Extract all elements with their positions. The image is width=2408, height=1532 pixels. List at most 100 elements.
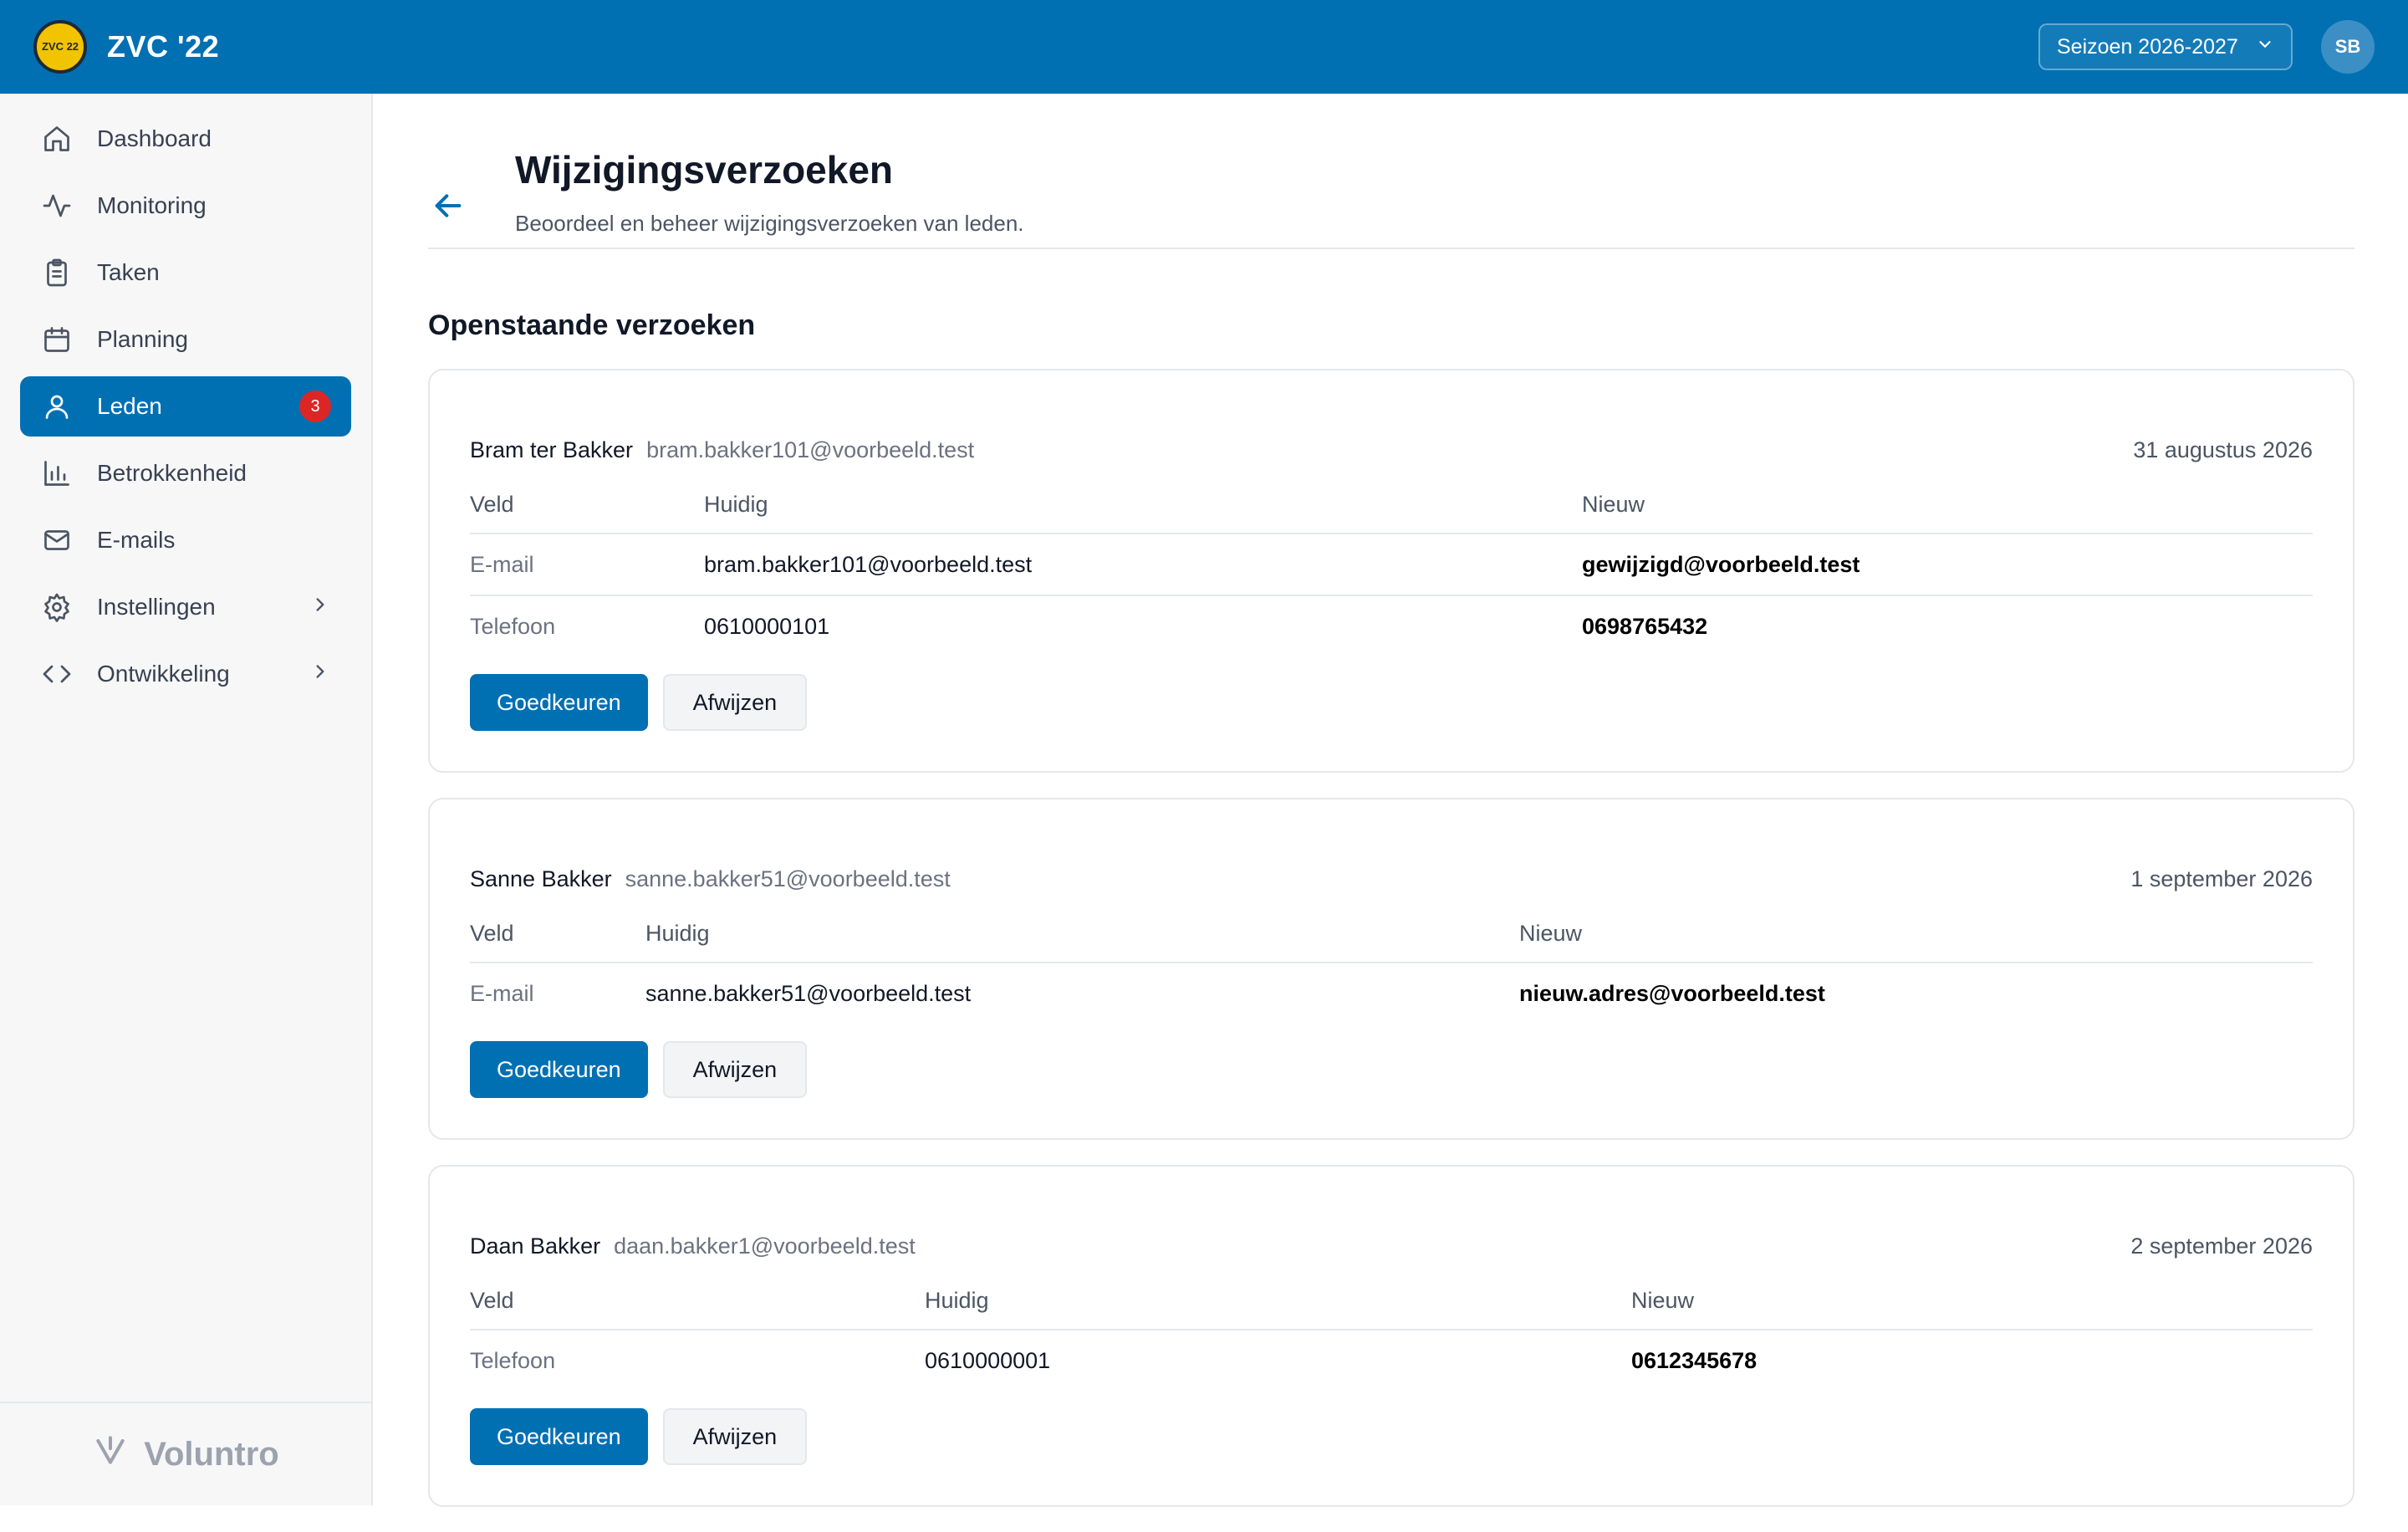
- column-header-field: Veld: [470, 1284, 925, 1330]
- sidebar-item-monitoring[interactable]: Monitoring: [20, 176, 351, 236]
- member-name: Bram ter Bakker: [470, 437, 634, 462]
- sidebar-footer: Voluntro: [0, 1402, 371, 1505]
- arrow-left-icon: [435, 194, 462, 217]
- sidebar-item-instellingen[interactable]: Instellingen: [20, 577, 351, 637]
- sidebar-item-ontwikkeling[interactable]: Ontwikkeling: [20, 644, 351, 704]
- request-actions: Goedkeuren Afwijzen: [470, 674, 2313, 731]
- sidebar-item-label: Taken: [97, 259, 160, 285]
- request-header: Bram ter Bakker bram.bakker101@voorbeeld.…: [470, 437, 2313, 463]
- top-bar: ZVC 22 ZVC '22 Seizoen 2026-2027 SB: [0, 0, 2408, 94]
- request-date: 1 september 2026: [2130, 866, 2313, 891]
- logo-text: ZVC 22: [41, 40, 79, 53]
- request-card: Daan Bakker daan.bakker1@voorbeeld.test 2 …: [428, 1165, 2354, 1507]
- table-header-row: Veld Huidig Nieuw: [470, 917, 2313, 963]
- request-actions: Goedkeuren Afwijzen: [470, 1408, 2313, 1465]
- sidebar-item-label: Leden: [97, 393, 162, 419]
- table-row: E-mail bram.bakker101@voorbeeld.test gewij…: [470, 534, 2313, 596]
- changes-table: Veld Huidig Nieuw E-mail bram.bakker101@voor…: [470, 488, 2313, 657]
- approve-button[interactable]: Goedkeuren: [470, 1408, 648, 1465]
- sidebar-item-e-mails[interactable]: E-mails: [20, 510, 351, 570]
- member-email: bram.bakker101@voorbeeld.test: [646, 437, 975, 462]
- field-name: E-mail: [470, 534, 704, 596]
- sidebar-item-label: Dashboard: [97, 125, 212, 151]
- sidebar-item-label: Betrokkenheid: [97, 460, 247, 486]
- new-value: nieuw.adres@voorbeeld.test: [1519, 981, 1825, 1006]
- back-button[interactable]: [428, 186, 468, 226]
- request-header: Sanne Bakker sanne.bakker51@voorbeeld.tes…: [470, 866, 2313, 892]
- chevron-right-icon: [309, 594, 331, 621]
- sidebar: Dashboard Monitoring Taken Planning Leden 3 Be…: [0, 94, 373, 1505]
- current-value: 0610000101: [704, 614, 830, 639]
- new-value: 0612345678: [1631, 1348, 1758, 1373]
- column-header-new: Nieuw: [1582, 488, 2313, 534]
- user-icon: [40, 390, 74, 423]
- column-header-current: Huidig: [925, 1284, 1631, 1330]
- reject-button[interactable]: Afwijzen: [662, 674, 808, 731]
- sidebar-item-leden[interactable]: Leden 3: [20, 376, 351, 437]
- code-icon: [40, 657, 74, 691]
- bar-chart-icon: [40, 457, 74, 490]
- user-avatar[interactable]: SB: [2321, 20, 2375, 74]
- sidebar-item-taken[interactable]: Taken: [20, 243, 351, 303]
- table-row: Telefoon 0610000101 0698765432: [470, 595, 2313, 657]
- column-header-current: Huidig: [645, 917, 1519, 963]
- chevron-down-icon: [2256, 35, 2274, 59]
- request-date: 2 september 2026: [2130, 1233, 2313, 1259]
- reject-button[interactable]: Afwijzen: [662, 1041, 808, 1098]
- current-value: sanne.bakker51@voorbeeld.test: [645, 981, 972, 1006]
- changes-table: Veld Huidig Nieuw E-mail sanne.bakker51@voor…: [470, 917, 2313, 1024]
- table-header-row: Veld Huidig Nieuw: [470, 1284, 2313, 1330]
- table-row: E-mail sanne.bakker51@voorbeeld.test nieuw…: [470, 963, 2313, 1024]
- sidebar-item-label: E-mails: [97, 527, 176, 553]
- sidebar-item-label: Instellingen: [97, 594, 216, 620]
- changes-table: Veld Huidig Nieuw Telefoon 0610000001 0612345…: [470, 1284, 2313, 1392]
- request-card: Sanne Bakker sanne.bakker51@voorbeeld.tes…: [428, 798, 2354, 1140]
- chevron-right-icon: [309, 661, 331, 688]
- sidebar-item-label: Ontwikkeling: [97, 661, 230, 687]
- reject-button[interactable]: Afwijzen: [662, 1408, 808, 1465]
- column-header-field: Veld: [470, 917, 645, 963]
- table-header-row: Veld Huidig Nieuw: [470, 488, 2313, 534]
- request-actions: Goedkeuren Afwijzen: [470, 1041, 2313, 1098]
- sidebar-item-label: Planning: [97, 326, 188, 352]
- activity-icon: [40, 189, 74, 222]
- sidebar-item-betrokkenheid[interactable]: Betrokkenheid: [20, 443, 351, 503]
- column-header-new: Nieuw: [1519, 917, 2313, 963]
- mail-icon: [40, 523, 74, 557]
- season-selector[interactable]: Seizoen 2026-2027: [2038, 23, 2293, 70]
- field-name: Telefoon: [470, 614, 556, 639]
- request-date: 31 augustus 2026: [2133, 437, 2313, 462]
- section-title: Openstaande verzoeken: [428, 309, 756, 341]
- member-name: Sanne Bakker: [470, 866, 612, 891]
- field-name: Telefoon: [470, 1348, 556, 1373]
- column-header-field: Veld: [470, 488, 704, 534]
- current-value: 0610000001: [925, 1348, 1051, 1373]
- footer-brand: Voluntro: [144, 1435, 279, 1473]
- approve-button[interactable]: Goedkeuren: [470, 1041, 648, 1098]
- app-title[interactable]: ZVC '22: [107, 29, 219, 64]
- approve-button[interactable]: Goedkeuren: [470, 674, 648, 731]
- page-header: Wijzigingsverzoeken Beoordeel en beheer …: [428, 94, 2354, 249]
- page-title: Wijzigingsverzoeken: [515, 148, 894, 192]
- sidebar-item-planning[interactable]: Planning: [20, 309, 351, 370]
- voluntro-logo-icon: [92, 1432, 129, 1477]
- new-value: 0698765432: [1582, 614, 1708, 639]
- member-name: Daan Bakker: [470, 1233, 601, 1259]
- column-header-current: Huidig: [704, 488, 1582, 534]
- club-logo[interactable]: ZVC 22: [33, 20, 87, 74]
- request-list: Bram ter Bakker bram.bakker101@voorbeeld.…: [428, 369, 2354, 1507]
- page-subtitle: Beoordeel en beheer wijzigingsverzoeken …: [515, 211, 1024, 236]
- current-value: bram.bakker101@voorbeeld.test: [704, 534, 1582, 596]
- request-header: Daan Bakker daan.bakker1@voorbeeld.test 2 …: [470, 1233, 2313, 1259]
- season-label: Seizoen 2026-2027: [2057, 34, 2238, 59]
- sidebar-item-label: Monitoring: [97, 192, 207, 218]
- sidebar-item-dashboard[interactable]: Dashboard: [20, 109, 351, 169]
- notification-badge: 3: [299, 391, 331, 422]
- column-header-new: Nieuw: [1631, 1284, 2313, 1330]
- member-email: daan.bakker1@voorbeeld.test: [614, 1233, 916, 1259]
- gear-icon: [40, 590, 74, 624]
- request-card: Bram ter Bakker bram.bakker101@voorbeeld.…: [428, 369, 2354, 773]
- calendar-icon: [40, 323, 74, 356]
- home-icon: [40, 122, 74, 156]
- main-content: Wijzigingsverzoeken Beoordeel en beheer …: [428, 94, 2354, 1532]
